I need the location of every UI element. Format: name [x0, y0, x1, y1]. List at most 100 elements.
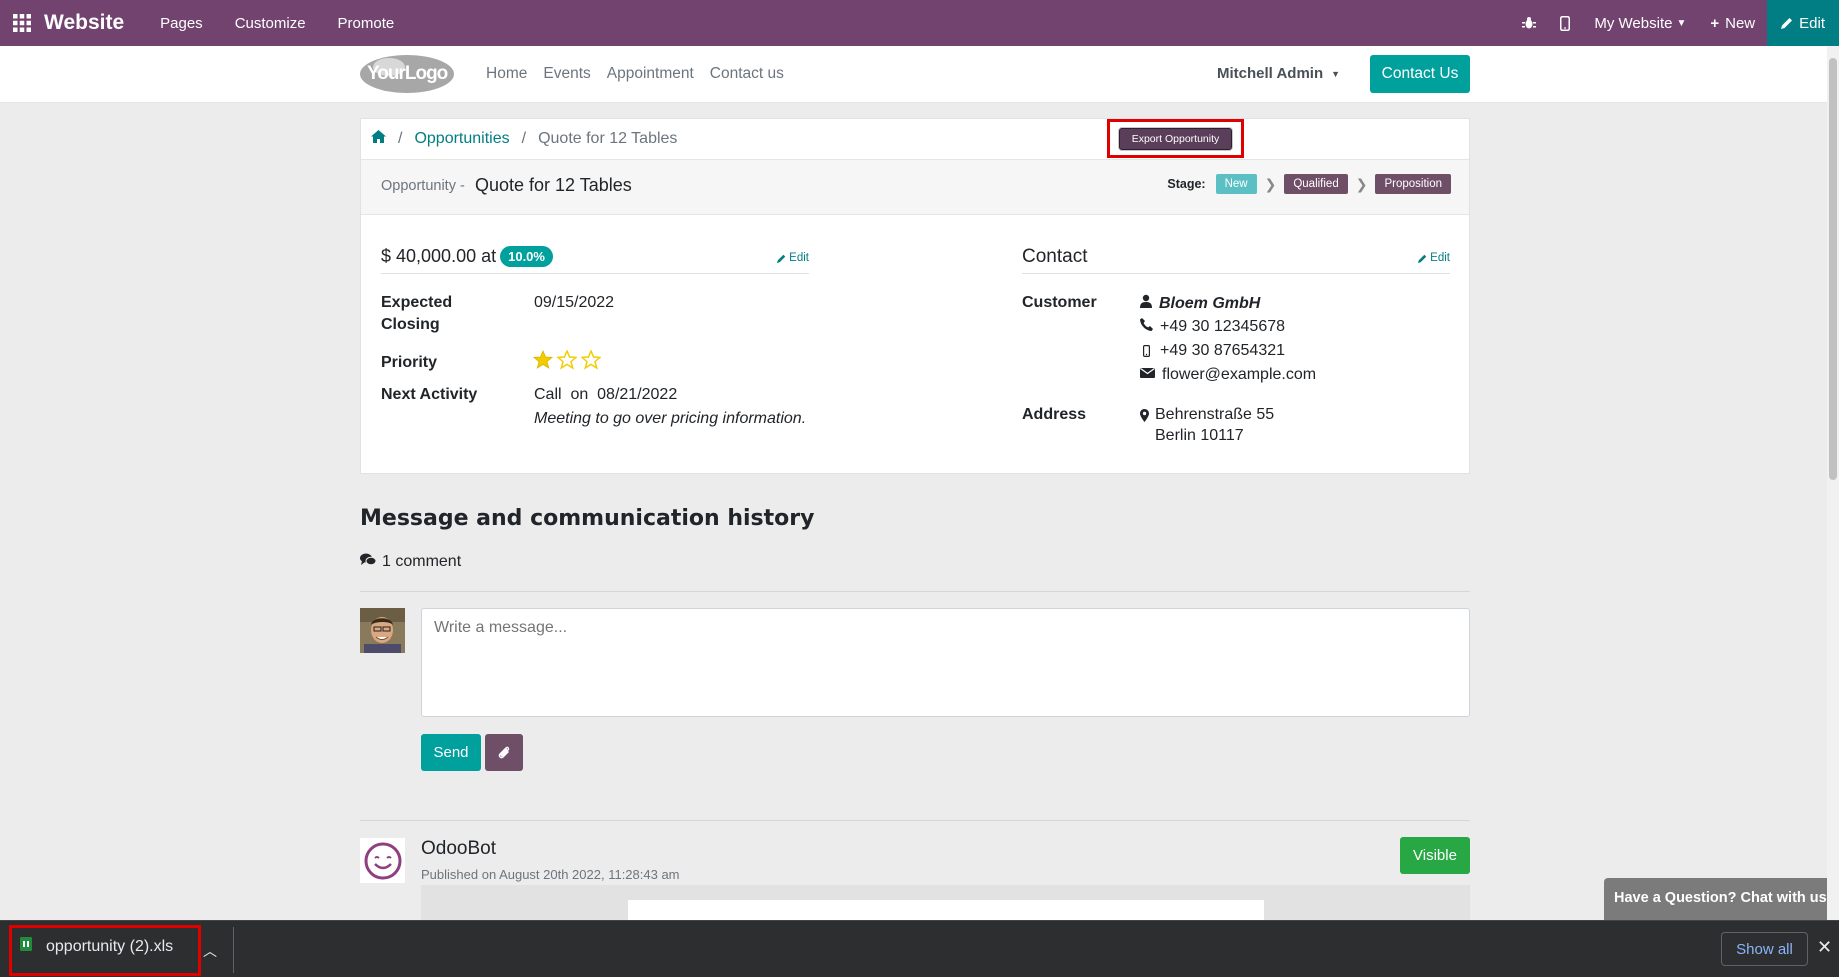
logo-text: YourLogo [367, 63, 448, 84]
edit-opportunity-link[interactable]: Edit [777, 252, 809, 264]
customer-row: Bloem GmbH [1140, 294, 1260, 313]
chevron-right-icon: ❯ [1264, 175, 1277, 192]
paperclip-icon [498, 746, 510, 758]
plus-icon: + [1710, 14, 1720, 32]
customer-name: Bloem GmbH [1159, 294, 1261, 312]
site-logo[interactable]: YourLogo [359, 54, 455, 94]
contact-details: Contact Edit Customer Bloem GmbH +49 30 … [1022, 234, 1450, 444]
home-icon[interactable] [371, 130, 386, 148]
next-activity-note: Meeting to go over pricing information. [534, 410, 807, 427]
comments-icon [360, 553, 377, 571]
chevron-right-icon: ❯ [1355, 175, 1368, 192]
main-nav: Home Events Appointment Contact us [486, 65, 784, 83]
mobile-preview-icon[interactable] [1560, 15, 1571, 31]
chevron-up-icon[interactable]: ︿ [203, 941, 217, 961]
stage-new: New [1215, 174, 1257, 194]
priority-stars[interactable] [532, 349, 602, 375]
phone-icon [1140, 318, 1153, 336]
expected-closing-label-line2: Closing [381, 316, 440, 333]
user-menu[interactable]: Mitchell Admin ▼ [1217, 65, 1340, 82]
expected-closing-label-line1: Expected [381, 294, 453, 311]
expected-revenue: $ 40,000.00 at 10.0% [381, 246, 553, 267]
nav-contact-us[interactable]: Contact us [710, 65, 784, 83]
download-item[interactable]: opportunity (2).xls [20, 937, 173, 956]
opportunity-title-row: Opportunity - Quote for 12 Tables Stage:… [361, 160, 1469, 215]
message-content-block [628, 900, 1264, 920]
new-button-label: New [1725, 14, 1756, 32]
spreadsheet-file-icon [20, 937, 32, 956]
contact-us-button[interactable]: Contact Us [1370, 55, 1470, 93]
nav-events[interactable]: Events [543, 65, 590, 83]
send-button[interactable]: Send [421, 734, 481, 771]
edit-contact-link[interactable]: Edit [1418, 252, 1450, 264]
nav-appointment[interactable]: Appointment [607, 65, 694, 83]
mobile-row: +49 30 87654321 [1140, 342, 1285, 360]
user-avatar [360, 608, 405, 653]
attachment-button[interactable] [485, 734, 523, 771]
phone-row: +49 30 12345678 [1140, 318, 1285, 336]
menu-customize[interactable]: Customize [235, 15, 306, 32]
livechat-button[interactable]: Have a Question? Chat with us. [1604, 878, 1839, 920]
website-selector-label: My Website [1594, 14, 1673, 32]
new-button[interactable]: + New [1710, 15, 1755, 32]
breadcrumb-separator: / [398, 130, 403, 147]
address-lines: Behrenstraße 55 Berlin 10117 [1155, 406, 1274, 445]
message-history-title: Message and communication history [360, 506, 815, 531]
address-row: Behrenstraße 55 Berlin 10117 [1140, 406, 1274, 445]
website-header: YourLogo Home Events Appointment Contact… [0, 46, 1839, 103]
export-opportunity-button[interactable]: Export Opportunity [1119, 128, 1232, 150]
edit-button-label: Edit [1799, 14, 1825, 32]
expected-closing-label: Expected Closing [381, 294, 452, 334]
menu-pages[interactable]: Pages [160, 15, 203, 32]
address-line1: Behrenstraße 55 [1155, 406, 1275, 423]
pencil-icon [1781, 18, 1793, 29]
divider [360, 820, 1470, 821]
pencil-icon [777, 254, 786, 263]
app-brand[interactable]: Website [44, 11, 124, 35]
mobile-icon [1140, 345, 1153, 357]
map-marker-icon [1140, 406, 1149, 445]
menu-promote[interactable]: Promote [338, 15, 395, 32]
priority-label: Priority [381, 354, 438, 371]
close-icon[interactable]: ✕ [1817, 937, 1832, 958]
caret-down-icon: ▼ [1331, 68, 1341, 79]
message-published-date: Published on August 20th 2022, 11:28:43 … [421, 867, 680, 882]
probability-badge: 10.0% [500, 246, 553, 267]
amount-row: $ 40,000.00 at 10.0% Edit [381, 234, 809, 274]
email-value[interactable]: flower@example.com [1162, 366, 1316, 384]
address-line2: Berlin 10117 [1155, 427, 1244, 444]
opportunity-details: $ 40,000.00 at 10.0% Edit Expected Closin… [381, 234, 809, 427]
star-filled-icon[interactable] [532, 349, 554, 375]
apps-menu-icon[interactable] [0, 0, 44, 46]
contact-title: Contact [1022, 246, 1088, 267]
edit-label: Edit [789, 252, 809, 264]
customer-label: Customer [1022, 294, 1097, 311]
debug-bug-icon[interactable] [1522, 16, 1537, 30]
message-author: OdooBot [421, 838, 496, 859]
odoobot-avatar [360, 838, 405, 883]
page-scrollbar[interactable] [1827, 46, 1839, 920]
star-empty-icon[interactable] [556, 349, 578, 375]
breadcrumb-opportunities[interactable]: Opportunities [414, 130, 509, 148]
divider [233, 927, 234, 973]
stage-qualified: Qualified [1284, 174, 1348, 194]
nav-home[interactable]: Home [486, 65, 527, 83]
expected-closing-value: 09/15/2022 [534, 294, 615, 311]
stage-proposition: Proposition [1375, 174, 1451, 194]
scrollbar-thumb[interactable] [1829, 58, 1837, 480]
breadcrumb-separator: / [521, 130, 527, 147]
envelope-icon [1140, 366, 1155, 384]
download-bar: opportunity (2).xls ︿ Show all ✕ [0, 920, 1839, 977]
next-activity-value: Call on 08/21/2022 [534, 386, 678, 403]
message-input[interactable] [421, 608, 1470, 717]
stage-label: Stage: [1167, 177, 1206, 191]
stage-indicator: Stage: New ❯ Qualified ❯ Proposition [1167, 174, 1451, 194]
opportunity-name: Quote for 12 Tables [475, 175, 632, 195]
visible-toggle-button[interactable]: Visible [1400, 837, 1470, 874]
website-selector[interactable]: My Website ▼ [1594, 15, 1686, 32]
edit-button[interactable]: Edit [1767, 0, 1839, 46]
pencil-icon [1418, 254, 1427, 263]
star-empty-icon[interactable] [580, 349, 602, 375]
show-all-downloads-button[interactable]: Show all [1721, 932, 1808, 966]
address-label: Address [1022, 406, 1087, 423]
